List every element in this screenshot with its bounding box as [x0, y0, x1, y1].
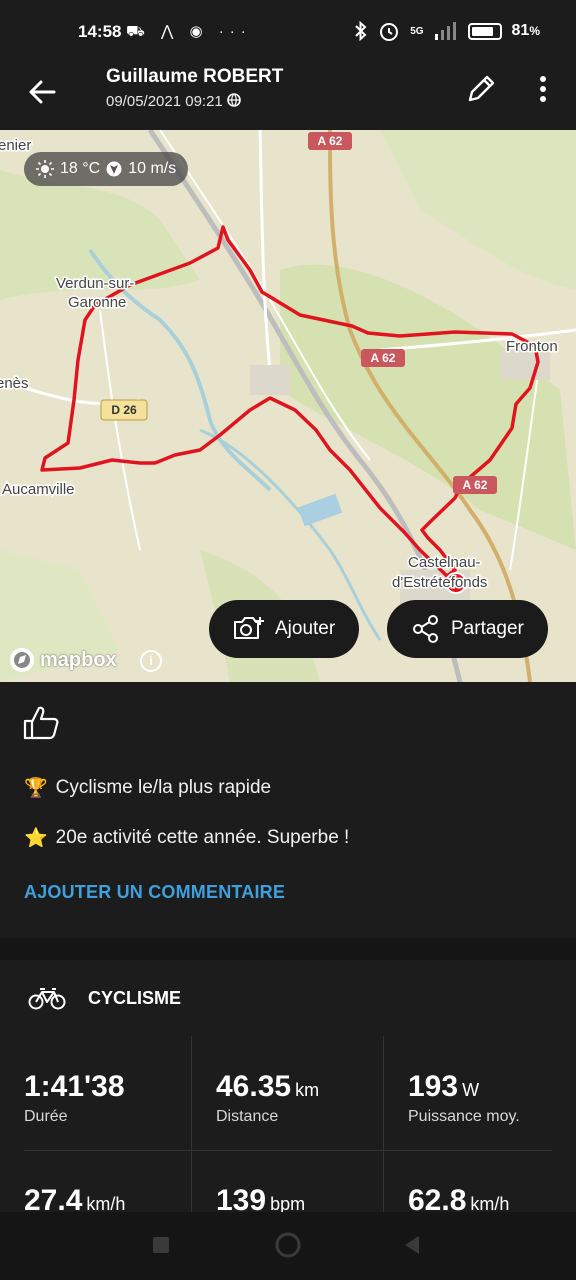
status-right: 5G 81% [354, 20, 540, 42]
stat-unit: km/h [86, 1194, 126, 1212]
back-arrow-icon[interactable] [24, 74, 60, 110]
achievement-text: Cyclisme le/la plus rapide [55, 777, 272, 798]
mapbox-wordmark: mapbox [40, 648, 117, 671]
trophy-icon: 🏆 [24, 778, 48, 799]
share-icon [413, 615, 438, 643]
share-label: Partager [451, 618, 524, 639]
alarm-icon [380, 23, 399, 41]
achievement-text: 20e activité cette année. Superbe ! [55, 827, 350, 848]
stat-duration: 1:41'38 Durée [24, 1070, 129, 1126]
map-label-verdun-2: Garonne [68, 294, 126, 311]
map-label-verdun-1: Verdun-sur- [56, 275, 134, 292]
stat-label: Distance [216, 1108, 279, 1125]
nav-buttons [153, 1232, 419, 1258]
map-label-fronton: Fronton [506, 338, 558, 355]
achievement-fastest: 🏆 Cyclisme le/la plus rapide [24, 776, 271, 800]
road-shield-a62-low: A 62 [463, 478, 488, 492]
weather-temperature: 18 °C [60, 160, 101, 177]
stat-heart-rate: 139 bpm [216, 1184, 305, 1212]
bluetooth-icon [355, 21, 367, 41]
weather-wind: 10 m/s [128, 160, 177, 177]
grid-divider [383, 1036, 384, 1212]
more-options-icon[interactable] [530, 74, 556, 106]
social-section: 🏆 Cyclisme le/la plus rapide ⭐ 20e activ… [0, 682, 576, 938]
stat-avg-power: 193 W Puissance moy. [408, 1070, 520, 1126]
grid-divider [24, 1150, 552, 1151]
star-icon: ⭐ [24, 828, 48, 849]
section-divider [0, 938, 576, 960]
stat-max-speed: 62.8 km/h [408, 1184, 509, 1212]
signal-icon [434, 22, 456, 40]
map-label-enes: enès [0, 375, 29, 392]
battery-unit: % [529, 24, 540, 38]
add-photo-label: Ajouter [275, 618, 336, 639]
sport-name: CYCLISME [88, 987, 182, 1008]
battery-percent: 81 [511, 22, 530, 39]
recents-icon[interactable] [153, 1237, 169, 1253]
stat-label: Puissance moy. [408, 1108, 520, 1125]
sport-header: CYCLISME [28, 986, 181, 1010]
weather-chip: 18 °C 10 m/s [24, 152, 189, 186]
road-shield-a62-mid: A 62 [371, 351, 396, 365]
road-shield-d26: D 26 [111, 403, 137, 417]
stat-avg-speed: 27.4 km/h [24, 1184, 125, 1212]
stat-value: 193 [408, 1070, 459, 1103]
map-label-lenier: enier [0, 137, 31, 154]
edit-pencil-icon[interactable] [464, 72, 498, 106]
home-icon[interactable] [275, 1232, 301, 1258]
stat-value: 27.4 [24, 1184, 83, 1212]
wind-direction-icon [106, 161, 122, 177]
route-map[interactable]: enier Verdun-sur- Garonne enès Fronton A… [0, 130, 576, 682]
map-label-aucamville: Aucamville [2, 481, 75, 498]
share-button[interactable]: Partager [387, 600, 548, 658]
stat-distance: 46.35 km Distance [216, 1070, 319, 1126]
notification-icons: ⛟ ⋀ ◉ ··· [126, 23, 252, 40]
stat-label: Durée [24, 1108, 68, 1125]
athlete-name: Guillaume ROBERT [106, 66, 284, 87]
stat-value: 46.35 [216, 1070, 292, 1103]
activity-date-row: 09/05/2021 09:21 [106, 93, 241, 110]
grid-divider [191, 1036, 192, 1212]
stat-value: 139 [216, 1184, 267, 1212]
network-label: 5G [410, 25, 424, 37]
system-nav-bar [0, 1212, 576, 1280]
bicycle-icon [28, 988, 66, 1010]
stat-value: 62.8 [408, 1184, 467, 1212]
stat-unit: km [295, 1080, 320, 1100]
mapbox-attribution[interactable]: mapbox [8, 646, 117, 674]
activity-header: Guillaume ROBERT 09/05/2021 09:21 [0, 62, 576, 130]
globe-icon [227, 93, 241, 107]
back-nav-icon[interactable] [405, 1236, 419, 1254]
map-info-icon[interactable]: i [140, 650, 162, 672]
map-label-castelnau-1: Castelnau- [408, 554, 481, 571]
battery-icon [467, 22, 502, 40]
stats-panel: CYCLISME 1:41'38 Durée 46.35 km Distance … [0, 960, 576, 1212]
mapbox-logo-icon [10, 648, 34, 672]
status-time: 14:58 [78, 22, 122, 41]
road-shield-a62-top: A 62 [318, 134, 343, 148]
stat-unit: km/h [470, 1194, 510, 1212]
like-thumb-icon[interactable] [22, 704, 60, 742]
map-label-castelnau-2: d'Estrétefonds [392, 574, 487, 591]
status-bar: 14:58 ⛟ ⋀ ◉ ··· 5G 81% [0, 0, 576, 62]
add-photo-button[interactable]: Ajouter [209, 600, 360, 658]
activity-date: 09/05/2021 09:21 [106, 93, 223, 110]
stat-value: 1:41'38 [24, 1070, 125, 1103]
camera-add-icon [234, 617, 264, 639]
stat-unit: W [462, 1080, 480, 1100]
add-comment-link[interactable]: AJOUTER UN COMMENTAIRE [24, 882, 285, 903]
sun-icon [36, 160, 54, 178]
achievement-count: ⭐ 20e activité cette année. Superbe ! [24, 826, 349, 850]
stat-unit: bpm [270, 1194, 306, 1212]
